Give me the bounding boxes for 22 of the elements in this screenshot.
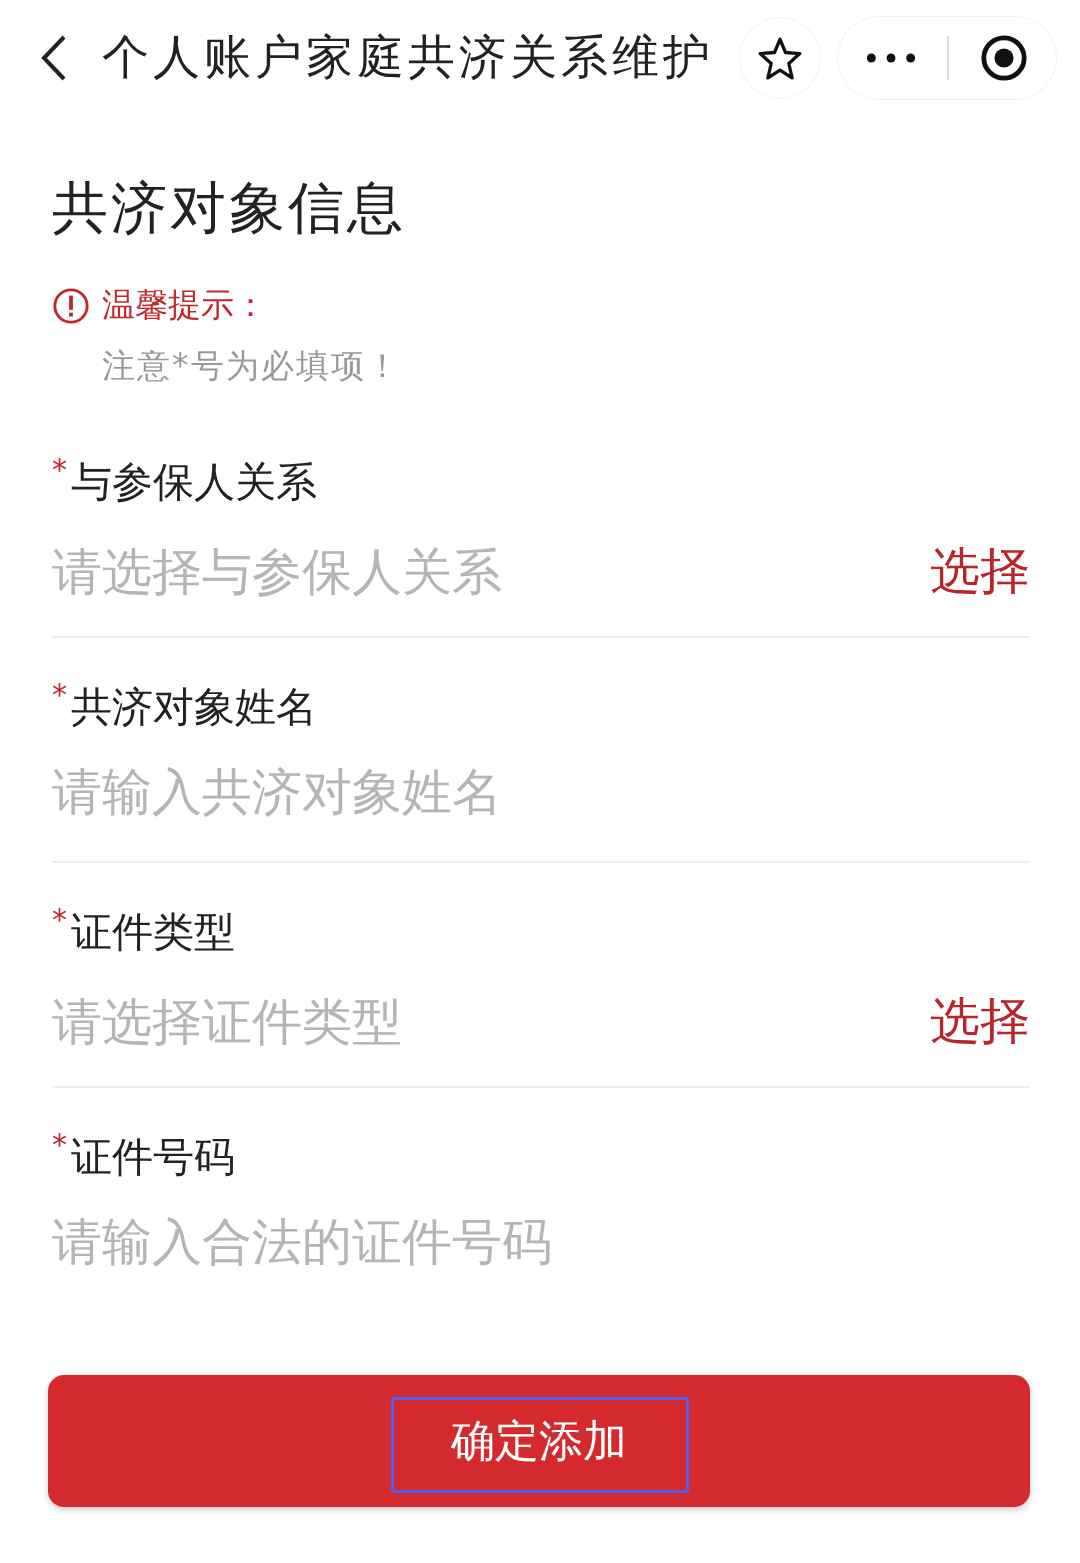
input-field[interactable]: 请选择与参保人关系: [52, 542, 930, 601]
required-mark: *: [52, 455, 67, 485]
input-field[interactable]: 请输入合法的证件号码: [52, 1213, 1030, 1271]
required-mark: *: [52, 1130, 67, 1160]
select-link[interactable]: 选择: [930, 988, 1030, 1055]
confirm-button[interactable]: 确定添加: [48, 1375, 1030, 1507]
star-icon: [758, 35, 802, 80]
field-label: 共济对象姓名: [71, 682, 317, 733]
field-label: 证件号码: [71, 1132, 235, 1183]
field-label: 与参保人关系: [71, 457, 317, 508]
page-title: 个人账户家庭共济关系维护: [102, 28, 715, 86]
more-icon[interactable]: [865, 51, 916, 64]
field-label: 证件类型: [71, 907, 235, 958]
input-field[interactable]: 请选择证件类型: [52, 992, 930, 1051]
tip-title: 温馨提示：: [102, 284, 267, 326]
required-mark: *: [52, 680, 67, 710]
required-mark: *: [52, 905, 67, 935]
tip-text: 注意*号为必填项！: [102, 345, 402, 387]
input-field[interactable]: 请输入共济对象姓名: [52, 763, 1030, 821]
select-link[interactable]: 选择: [930, 538, 1030, 605]
section-title: 共济对象信息: [52, 174, 407, 242]
alert-icon: [52, 286, 90, 325]
